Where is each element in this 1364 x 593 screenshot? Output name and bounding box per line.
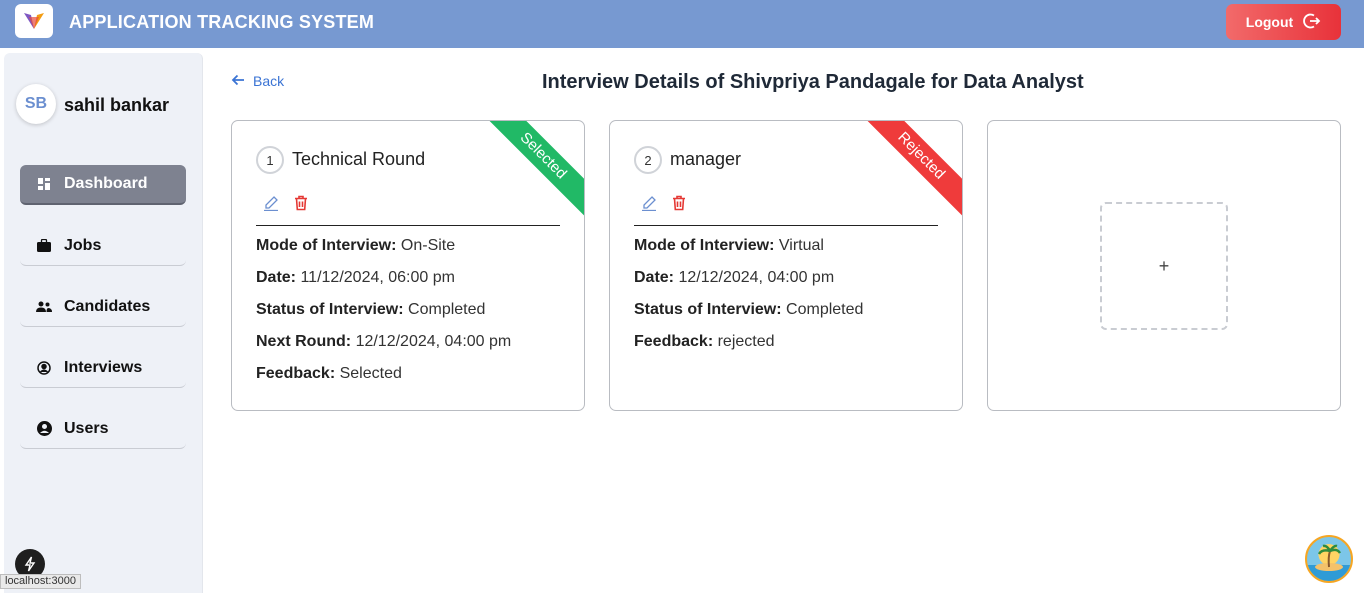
- avatar[interactable]: SB: [16, 84, 56, 124]
- interview-round-card: Rejected 2 manager Mode of Interview: Vi…: [609, 120, 963, 411]
- user-circle-icon: [36, 421, 52, 437]
- round-number-badge: 2: [634, 146, 662, 174]
- add-round-card: +: [987, 120, 1341, 411]
- sidebar-item-candidates[interactable]: Candidates: [20, 287, 186, 327]
- card-actions: [262, 194, 310, 212]
- sidebar-item-label: Users: [64, 419, 109, 437]
- detail-row: Feedback: rejected: [634, 333, 775, 350]
- delete-icon[interactable]: [292, 194, 310, 212]
- interview-icon: [36, 360, 52, 376]
- detail-row: Feedback: Selected: [256, 365, 402, 382]
- sidebar-item-interviews[interactable]: Interviews: [20, 348, 186, 388]
- divider: [256, 225, 560, 226]
- detail-row: Date: 12/12/2024, 04:00 pm: [634, 269, 835, 286]
- round-name: Technical Round: [292, 149, 426, 169]
- briefcase-icon: [36, 238, 52, 254]
- divider: [634, 225, 938, 226]
- logout-label: Logout: [1245, 14, 1294, 30]
- edit-icon[interactable]: [262, 194, 280, 212]
- app-title: APPLICATION TRACKING SYSTEM: [69, 12, 375, 32]
- back-label: Back: [253, 73, 285, 89]
- round-details: Mode of Interview: Virtual Date: 12/12/2…: [634, 237, 863, 365]
- app-logo-icon[interactable]: [15, 4, 53, 38]
- sidebar-item-label: Candidates: [64, 297, 151, 315]
- add-round-button[interactable]: +: [1100, 202, 1228, 330]
- sidebar-item-users[interactable]: Users: [20, 409, 186, 449]
- detail-row: Status of Interview: Completed: [634, 301, 864, 318]
- detail-row: Date: 11/12/2024, 06:00 pm: [256, 269, 455, 286]
- status-url: localhost:3000: [0, 574, 81, 589]
- edit-icon[interactable]: [640, 194, 658, 212]
- delete-icon[interactable]: [670, 194, 688, 212]
- sidebar: SB sahil bankar Dashboard Jobs Candidate…: [4, 53, 203, 593]
- dashboard-icon: [36, 176, 52, 192]
- back-link[interactable]: Back: [231, 73, 284, 89]
- username: sahil bankar: [64, 95, 170, 115]
- sidebar-item-label: Jobs: [64, 236, 102, 254]
- profile-avatar-icon[interactable]: [1305, 535, 1353, 583]
- status-ribbon: Selected: [480, 121, 584, 219]
- sidebar-item-label: Dashboard: [64, 175, 148, 192]
- detail-row: Mode of Interview: On-Site: [256, 237, 456, 254]
- detail-row: Status of Interview: Completed: [256, 301, 486, 318]
- round-details: Mode of Interview: On-Site Date: 11/12/2…: [256, 237, 511, 397]
- status-ribbon: Rejected: [858, 121, 962, 219]
- card-actions: [640, 194, 688, 212]
- sidebar-item-dashboard[interactable]: Dashboard: [20, 165, 186, 205]
- logout-icon: [1303, 12, 1321, 33]
- people-icon: [36, 299, 52, 315]
- round-name: manager: [670, 149, 742, 169]
- interview-round-card: Selected 1 Technical Round Mode of Inter…: [231, 120, 585, 411]
- sidebar-item-label: Interviews: [64, 358, 143, 376]
- top-header: APPLICATION TRACKING SYSTEM Logout: [0, 0, 1364, 48]
- detail-row: Next Round: 12/12/2024, 04:00 pm: [256, 333, 512, 350]
- sidebar-item-jobs[interactable]: Jobs: [20, 226, 186, 266]
- arrow-left-icon: [231, 73, 245, 89]
- round-number-badge: 1: [256, 146, 284, 174]
- detail-row: Mode of Interview: Virtual: [634, 237, 824, 254]
- logout-button[interactable]: Logout: [1226, 4, 1341, 40]
- page-title: Interview Details of Shivpriya Pandagale…: [542, 71, 1084, 93]
